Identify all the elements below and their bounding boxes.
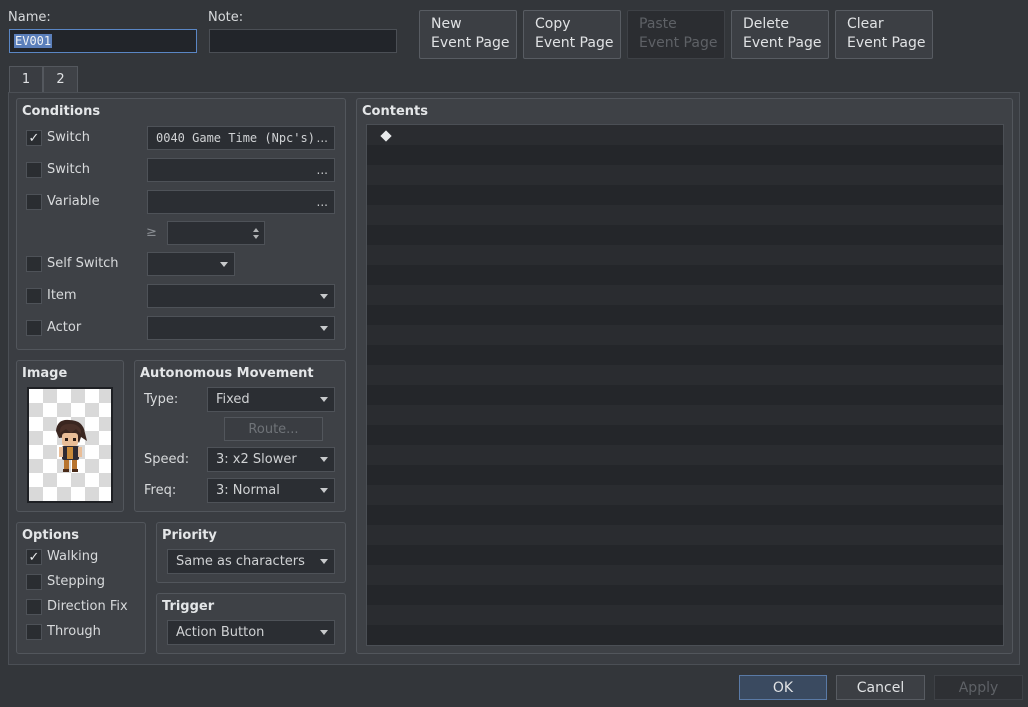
variable-label: Variable — [47, 194, 100, 209]
item-checkbox[interactable] — [26, 288, 42, 304]
spin-arrows-icon[interactable] — [253, 227, 259, 239]
chevron-down-icon — [320, 325, 328, 331]
clear-event-page-label-2: Event Page — [847, 35, 926, 51]
note-input[interactable] — [209, 29, 397, 53]
direction-fix-label: Direction Fix — [47, 599, 128, 614]
cancel-button[interactable]: Cancel — [836, 675, 925, 700]
trigger-value: Action Button — [176, 625, 265, 640]
trigger-title: Trigger — [162, 599, 215, 614]
through-label: Through — [47, 624, 101, 639]
through-checkbox[interactable] — [26, 624, 42, 640]
actor-checkbox[interactable] — [26, 320, 42, 336]
clear-event-page-button[interactable]: Clear Event Page — [835, 10, 933, 59]
walking-checkbox[interactable]: ✓ — [26, 549, 42, 565]
variable-checkbox[interactable] — [26, 194, 42, 210]
ellipsis-icon: ... — [316, 131, 328, 145]
switch2-checkbox[interactable] — [26, 162, 42, 178]
name-input[interactable]: EV001 — [9, 29, 197, 53]
chevron-down-icon — [320, 630, 328, 635]
chevron-down-icon — [320, 559, 328, 564]
new-event-page-label-2: Event Page — [431, 35, 510, 51]
movement-speed-value: 3: x2 Slower — [216, 452, 297, 467]
delete-event-page-label-2: Event Page — [743, 35, 822, 51]
switch1-value: 0040 Game Time (Npc's) — [156, 131, 315, 145]
character-sprite-icon — [56, 419, 87, 472]
tab-page-1[interactable]: 1 — [9, 66, 43, 93]
movement-freq-value: 3: Normal — [216, 483, 280, 498]
chevron-down-icon — [320, 457, 328, 462]
actor-dropdown[interactable] — [147, 316, 335, 340]
stepping-checkbox[interactable] — [26, 574, 42, 590]
autonomous-movement-title: Autonomous Movement — [140, 366, 314, 381]
new-event-page-label-1: New — [431, 16, 462, 32]
note-label: Note: — [208, 10, 244, 25]
switch2-label: Switch — [47, 162, 90, 177]
movement-type-dropdown[interactable]: Fixed — [207, 387, 335, 412]
contents-title: Contents — [362, 104, 428, 119]
walking-label: Walking — [47, 549, 99, 564]
check-icon: ✓ — [28, 549, 40, 565]
copy-event-page-label-1: Copy — [535, 16, 571, 32]
command-line-marker-icon[interactable] — [380, 130, 392, 142]
chevron-down-icon — [320, 488, 328, 493]
chevron-down-icon — [320, 293, 328, 299]
paste-event-page-label-2: Event Page — [639, 35, 718, 51]
options-title: Options — [22, 528, 79, 543]
priority-title: Priority — [162, 528, 217, 543]
self-switch-dropdown[interactable] — [147, 252, 235, 276]
apply-button[interactable]: Apply — [934, 675, 1023, 700]
chevron-down-icon — [220, 261, 228, 267]
actor-label: Actor — [47, 320, 82, 335]
trigger-dropdown[interactable]: Action Button — [167, 620, 335, 645]
switch1-field[interactable]: 0040 Game Time (Npc's) ... — [147, 126, 335, 150]
ellipsis-icon: ... — [316, 195, 328, 209]
variable-field[interactable]: ... — [147, 190, 335, 214]
paste-event-page-label-1: Paste — [639, 16, 677, 32]
check-icon: ✓ — [28, 130, 40, 146]
switch2-field[interactable]: ... — [147, 158, 335, 182]
movement-type-label: Type: — [144, 392, 179, 407]
self-switch-checkbox[interactable] — [26, 256, 42, 272]
item-dropdown[interactable] — [147, 284, 335, 308]
new-event-page-button[interactable]: New Event Page — [419, 10, 517, 59]
clear-event-page-label-1: Clear — [847, 16, 884, 32]
variable-operator: ≥ — [146, 225, 157, 240]
image-title: Image — [22, 366, 68, 381]
ok-button[interactable]: OK — [739, 675, 827, 700]
direction-fix-checkbox[interactable] — [26, 599, 42, 615]
tab-page-2[interactable]: 2 — [43, 66, 78, 94]
copy-event-page-button[interactable]: Copy Event Page — [523, 10, 621, 59]
switch1-checkbox[interactable]: ✓ — [26, 130, 42, 146]
copy-event-page-label-2: Event Page — [535, 35, 614, 51]
movement-speed-label: Speed: — [144, 452, 190, 467]
chevron-down-icon — [320, 397, 328, 402]
ellipsis-icon: ... — [316, 163, 328, 177]
character-image-preview[interactable] — [27, 387, 113, 503]
paste-event-page-button[interactable]: Paste Event Page — [627, 10, 725, 59]
item-label: Item — [47, 288, 77, 303]
stepping-label: Stepping — [47, 574, 105, 589]
variable-value-spinbox[interactable] — [167, 221, 265, 245]
movement-type-value: Fixed — [216, 392, 250, 407]
priority-value: Same as characters — [176, 554, 305, 569]
movement-freq-label: Freq: — [144, 483, 177, 498]
movement-freq-dropdown[interactable]: 3: Normal — [207, 478, 335, 503]
event-commands-list[interactable] — [366, 124, 1004, 646]
route-button[interactable]: Route... — [224, 417, 323, 441]
delete-event-page-label-1: Delete — [743, 16, 789, 32]
switch1-label: Switch — [47, 130, 90, 145]
self-switch-label: Self Switch — [47, 256, 119, 271]
delete-event-page-button[interactable]: Delete Event Page — [731, 10, 829, 59]
movement-speed-dropdown[interactable]: 3: x2 Slower — [207, 447, 335, 472]
priority-dropdown[interactable]: Same as characters — [167, 549, 335, 574]
name-input-value: EV001 — [14, 34, 53, 48]
conditions-title: Conditions — [22, 104, 101, 119]
name-label: Name: — [8, 10, 51, 25]
